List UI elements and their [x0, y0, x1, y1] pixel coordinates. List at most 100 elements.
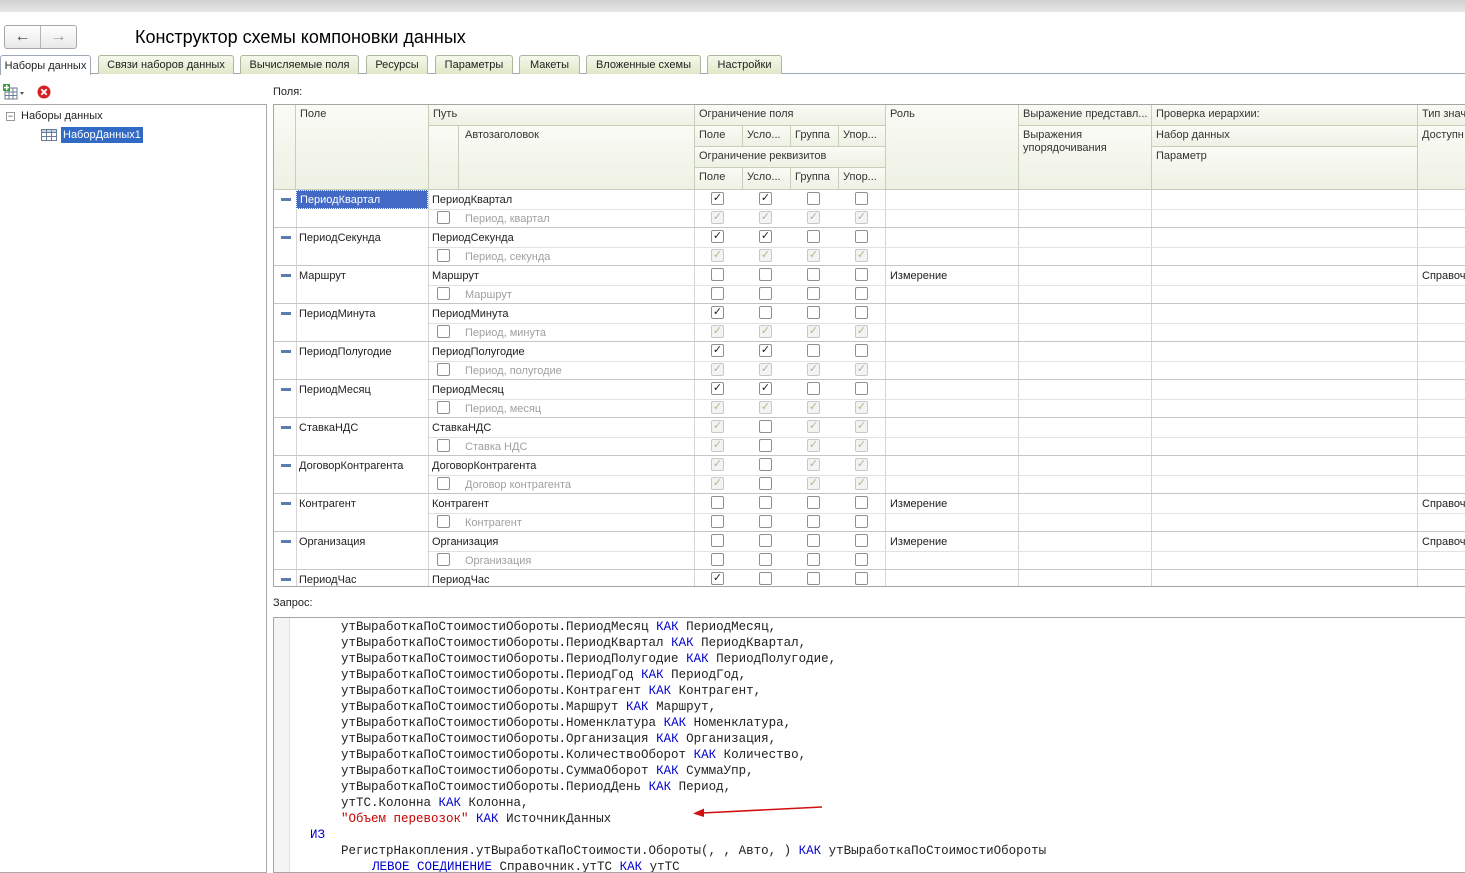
attr-restriction-checkbox[interactable]: ✓	[711, 249, 724, 262]
attr-restriction-checkbox[interactable]: ✓	[807, 325, 820, 338]
attr-restriction-checkbox[interactable]	[807, 553, 820, 566]
table-row[interactable]: СтавкаНДС СтавкаНДС Ставка НДС ✓ ✓ ✓ ✓ ✓ ✓	[274, 418, 1465, 456]
restriction-checkbox[interactable]	[855, 534, 868, 547]
restriction-checkbox[interactable]	[855, 306, 868, 319]
restriction-checkbox[interactable]: ✓	[807, 458, 820, 471]
cell-path[interactable]: Контрагент	[432, 498, 489, 510]
cell-field[interactable]: СтавкаНДС	[299, 422, 358, 434]
restriction-checkbox[interactable]	[807, 382, 820, 395]
cell-field[interactable]: Контрагент	[299, 498, 356, 510]
cell-path[interactable]: Маршрут	[432, 270, 479, 282]
header-hierarchy-check[interactable]: Проверка иерархии:	[1152, 105, 1418, 126]
restriction-checkbox[interactable]: ✓	[711, 230, 724, 243]
cell-path[interactable]: ПериодЧас	[432, 574, 490, 586]
restriction-checkbox[interactable]: ✓	[711, 420, 724, 433]
restriction-checkbox[interactable]	[759, 496, 772, 509]
header-restr-field[interactable]: Поле	[695, 126, 743, 147]
cell-field[interactable]: ПериодМесяц	[299, 384, 371, 396]
restriction-checkbox[interactable]: ✓	[855, 458, 868, 471]
header-attr-group[interactable]: Группа	[791, 168, 839, 190]
autotitle-checkbox[interactable]	[437, 477, 450, 490]
attr-restriction-checkbox[interactable]: ✓	[807, 477, 820, 490]
restriction-checkbox[interactable]	[759, 420, 772, 433]
header-path[interactable]: Путь	[429, 105, 695, 126]
attr-restriction-checkbox[interactable]: ✓	[711, 439, 724, 452]
header-attr-order[interactable]: Упор...	[839, 168, 886, 190]
restriction-checkbox[interactable]	[807, 572, 820, 585]
tab-resources[interactable]: Ресурсы	[366, 55, 428, 74]
cell-value-type[interactable]: Справоч	[1422, 536, 1465, 548]
attr-restriction-checkbox[interactable]: ✓	[759, 325, 772, 338]
tab-settings[interactable]: Настройки	[707, 55, 782, 74]
cell-field[interactable]: ПериодМинута	[299, 308, 376, 320]
attr-restriction-checkbox[interactable]: ✓	[711, 363, 724, 376]
cell-field[interactable]: ПериодСекунда	[299, 232, 381, 244]
attr-restriction-checkbox[interactable]: ✓	[759, 363, 772, 376]
cell-title[interactable]: Период, полугодие	[465, 365, 562, 377]
header-hierarchy-dataset[interactable]: Набор данных	[1152, 126, 1418, 147]
delete-button[interactable]	[37, 85, 51, 99]
restriction-checkbox[interactable]: ✓	[759, 344, 772, 357]
attr-restriction-checkbox[interactable]: ✓	[855, 211, 868, 224]
collapse-icon[interactable]: −	[6, 111, 15, 121]
tab-parameters[interactable]: Параметры	[435, 55, 513, 74]
attr-restriction-checkbox[interactable]: ✓	[855, 363, 868, 376]
cell-title[interactable]: Маршрут	[465, 289, 512, 301]
attr-restriction-checkbox[interactable]	[807, 515, 820, 528]
cell-role[interactable]: Измерение	[890, 498, 947, 510]
table-row[interactable]: ПериодЧас ПериодЧас ✓	[274, 570, 1465, 586]
cell-path[interactable]: СтавкаНДС	[432, 422, 491, 434]
autotitle-checkbox[interactable]	[437, 363, 450, 376]
attr-restriction-checkbox[interactable]: ✓	[711, 325, 724, 338]
table-row[interactable]: Организация Организация Организация Измерен…	[274, 532, 1465, 570]
header-hierarchy-param[interactable]: Параметр	[1152, 147, 1418, 190]
table-row[interactable]: ПериодПолугодие ПериодПолугодие Период, по…	[274, 342, 1465, 380]
tab-templates[interactable]: Макеты	[519, 55, 580, 74]
attr-restriction-checkbox[interactable]	[759, 515, 772, 528]
attr-restriction-checkbox[interactable]	[855, 515, 868, 528]
attr-restriction-checkbox[interactable]	[759, 287, 772, 300]
restriction-checkbox[interactable]	[711, 268, 724, 281]
restriction-checkbox[interactable]: ✓	[759, 382, 772, 395]
cell-title[interactable]: Контрагент	[465, 517, 522, 529]
attr-restriction-checkbox[interactable]: ✓	[807, 439, 820, 452]
attr-restriction-checkbox[interactable]	[855, 553, 868, 566]
back-button[interactable]: ←	[5, 26, 40, 48]
header-attr-field[interactable]: Поле	[695, 168, 743, 190]
attr-restriction-checkbox[interactable]: ✓	[855, 439, 868, 452]
autotitle-checkbox[interactable]	[437, 211, 450, 224]
header-attr-restriction[interactable]: Ограничение реквизитов	[695, 147, 886, 168]
restriction-checkbox[interactable]	[855, 382, 868, 395]
attr-restriction-checkbox[interactable]: ✓	[807, 401, 820, 414]
cell-title[interactable]: Период, секунда	[465, 251, 550, 263]
cell-value-type[interactable]: Справоч	[1422, 498, 1465, 510]
restriction-checkbox[interactable]: ✓	[711, 344, 724, 357]
cell-path[interactable]: ПериодМесяц	[432, 384, 504, 396]
restriction-checkbox[interactable]: ✓	[711, 306, 724, 319]
restriction-checkbox[interactable]: ✓	[807, 420, 820, 433]
attr-restriction-checkbox[interactable]: ✓	[759, 249, 772, 262]
restriction-checkbox[interactable]: ✓	[711, 572, 724, 585]
restriction-checkbox[interactable]	[759, 572, 772, 585]
cell-field[interactable]: Организация	[299, 536, 365, 548]
restriction-checkbox[interactable]	[855, 230, 868, 243]
header-order-expr[interactable]: Выражения упорядочивания	[1019, 126, 1152, 190]
restriction-checkbox[interactable]	[759, 458, 772, 471]
restriction-checkbox[interactable]	[807, 306, 820, 319]
cell-role[interactable]: Измерение	[890, 270, 947, 282]
attr-restriction-checkbox[interactable]: ✓	[807, 363, 820, 376]
autotitle-checkbox[interactable]	[437, 553, 450, 566]
cell-path[interactable]: ПериодМинута	[432, 308, 509, 320]
restriction-checkbox[interactable]	[711, 534, 724, 547]
header-restr-order[interactable]: Упор...	[839, 126, 886, 147]
cell-value-type[interactable]: Справоч	[1422, 270, 1465, 282]
attr-restriction-checkbox[interactable]	[711, 515, 724, 528]
attr-restriction-checkbox[interactable]: ✓	[711, 211, 724, 224]
autotitle-checkbox[interactable]	[437, 401, 450, 414]
cell-path[interactable]: ДоговорКонтрагента	[432, 460, 536, 472]
cell-path[interactable]: Организация	[432, 536, 498, 548]
cell-title[interactable]: Период, квартал	[465, 213, 550, 225]
attr-restriction-checkbox[interactable]: ✓	[759, 211, 772, 224]
header-value-type[interactable]: Тип знач	[1418, 105, 1465, 126]
header-field-restriction[interactable]: Ограничение поля	[695, 105, 886, 126]
